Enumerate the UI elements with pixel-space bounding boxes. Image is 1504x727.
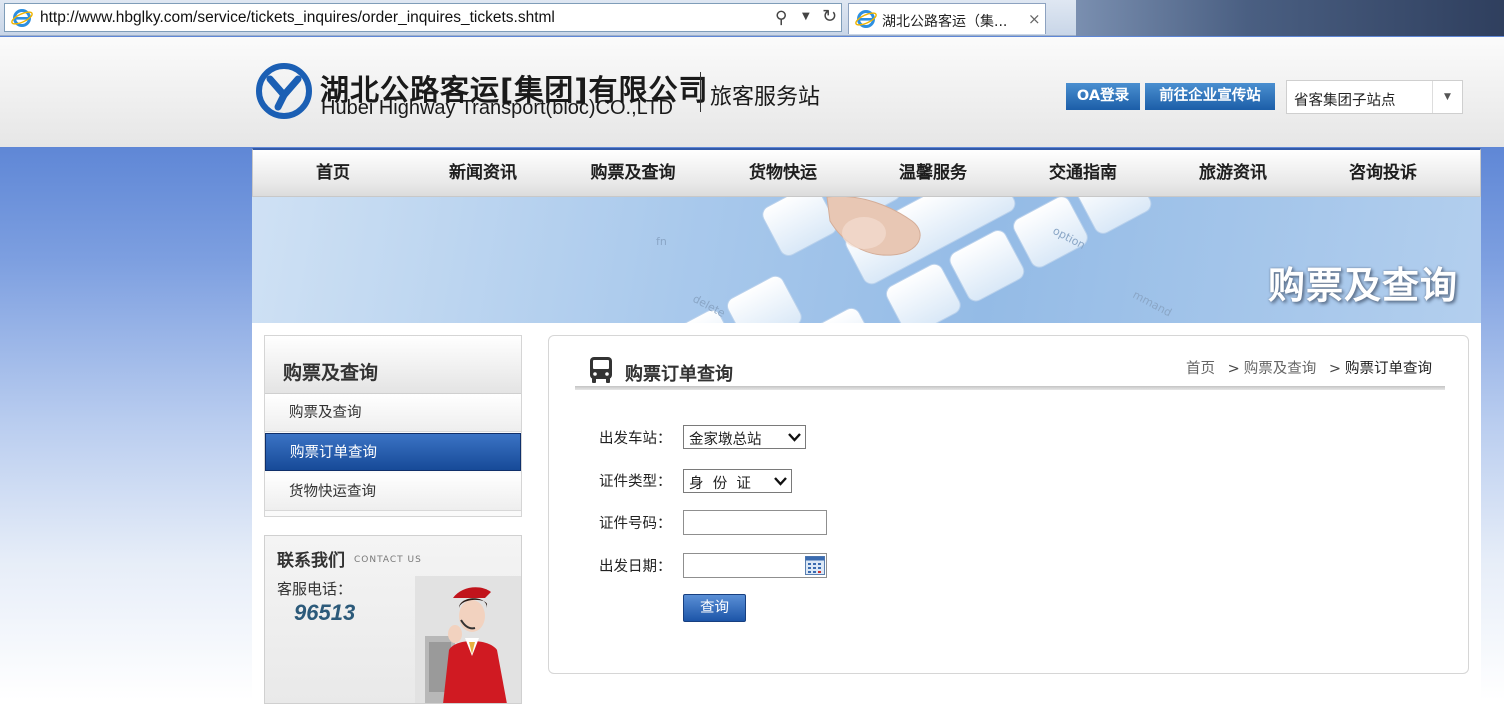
nav-item-traffic[interactable]: 交通指南 <box>1008 150 1158 196</box>
search-icon[interactable]: ⚲ <box>775 8 787 28</box>
panel-title: 购票订单查询 <box>625 364 733 385</box>
chevron-down-icon[interactable]: ▼ <box>1432 81 1462 113</box>
sidebar-title-text: 购票及查询 <box>283 362 379 384</box>
sidebar-item-tickets[interactable]: 购票及查询 <box>265 394 521 432</box>
breadcrumb: 首页 > 购票及查询 > 购票订单查询 <box>1186 357 1432 378</box>
dropdown-arrow-icon[interactable]: ▼ <box>802 11 810 22</box>
breadcrumb-tickets[interactable]: 购票及查询 <box>1244 361 1317 377</box>
browser-chrome: http://www.hbglky.com/service/tickets_in… <box>0 0 1504 36</box>
nav-item-tickets[interactable]: 购票及查询 <box>558 150 708 196</box>
id-number-label: 证件号码： <box>599 516 672 532</box>
nav-item-freight[interactable]: 货物快运 <box>708 150 858 196</box>
address-bar[interactable]: http://www.hbglky.com/service/tickets_in… <box>4 3 842 32</box>
chevron-down-icon[interactable] <box>773 474 788 488</box>
browser-tab[interactable]: 湖北公路客运（集... × <box>848 3 1046 34</box>
contact-title: 联系我们 <box>277 551 345 571</box>
bus-icon <box>590 357 612 383</box>
substation-select[interactable]: 省客集团子站点 ▼ <box>1286 80 1463 114</box>
tab-close-icon[interactable]: × <box>1028 10 1041 28</box>
breadcrumb-separator: > <box>1328 361 1341 377</box>
chevron-down-icon[interactable] <box>787 430 802 444</box>
sidebar-item-order-query[interactable]: 购票订单查询 <box>265 433 521 471</box>
sidebar-menu: 购票及查询 购票及查询 购票订单查询 货物快运查询 <box>264 335 522 517</box>
date-label: 出发日期： <box>599 559 672 575</box>
company-logo[interactable] <box>256 63 312 119</box>
id-number-input[interactable] <box>683 510 827 535</box>
nav-item-home[interactable]: 首页 <box>258 150 408 196</box>
browser-tab-strip <box>1076 0 1504 36</box>
refresh-icon[interactable]: ↻ <box>822 6 837 27</box>
ie-tab-icon <box>855 10 877 28</box>
phone-label: 客服电话： <box>277 580 353 598</box>
contact-subtitle: CONTACT US <box>354 555 422 565</box>
nav-item-service[interactable]: 温馨服务 <box>858 150 1008 196</box>
panel-divider <box>575 386 1445 390</box>
enterprise-site-button[interactable]: 前往企业宣传站 <box>1145 83 1275 110</box>
brand-divider <box>700 72 701 112</box>
main-nav: 首页 新闻资讯 购票及查询 货物快运 温馨服务 交通指南 旅游资讯 咨询投诉 <box>252 148 1481 197</box>
order-query-panel: 购票订单查询 首页 > 购票及查询 > 购票订单查询 出发车站： 金家墩总站 证件类… <box>548 335 1469 674</box>
brand-english-name: Hubei Highway Transport(bloc)CO.,LTD <box>321 97 673 119</box>
page-banner: delete fn option mmand 购票及查询 <box>252 197 1481 323</box>
oa-login-button[interactable]: OA登录 <box>1066 83 1140 110</box>
banner-key-fn: fn <box>656 235 667 248</box>
sidebar-item-freight-query[interactable]: 货物快运查询 <box>265 473 521 511</box>
service-agent-image <box>415 576 521 703</box>
breadcrumb-current: 购票订单查询 <box>1345 361 1432 377</box>
station-select-value: 金家墩总站 <box>689 432 762 448</box>
site-header: 湖北公路客运[集团]有限公司 Hubei Highway Transport(b… <box>0 37 1504 147</box>
brand-subtitle: 旅客服务站 <box>710 85 821 110</box>
nav-item-complaint[interactable]: 咨询投诉 <box>1308 150 1458 196</box>
phone-number: 96513 <box>294 600 356 625</box>
station-select[interactable]: 金家墩总站 <box>683 425 806 449</box>
id-type-select[interactable]: 身 份 证 <box>683 469 792 493</box>
id-type-select-value: 身 份 证 <box>689 476 751 492</box>
sidebar-title: 购票及查询 <box>265 336 521 394</box>
date-input[interactable] <box>683 553 827 578</box>
query-button[interactable]: 查询 <box>683 594 746 622</box>
url-text[interactable]: http://www.hbglky.com/service/tickets_in… <box>40 9 555 27</box>
breadcrumb-separator: > <box>1227 361 1240 377</box>
calendar-icon[interactable] <box>805 556 825 575</box>
tab-title: 湖北公路客运（集... <box>882 14 1008 30</box>
id-type-label: 证件类型： <box>599 474 672 490</box>
contact-box: 联系我们 CONTACT US 客服电话： 96513 <box>264 535 522 704</box>
ie-icon <box>11 9 33 27</box>
banner-title: 购票及查询 <box>1268 264 1458 307</box>
substation-select-value: 省客集团子站点 <box>1294 93 1396 109</box>
station-label: 出发车站： <box>599 431 672 447</box>
nav-item-news[interactable]: 新闻资讯 <box>408 150 558 196</box>
banner-key-command: mmand <box>1131 288 1174 319</box>
nav-item-travel[interactable]: 旅游资讯 <box>1158 150 1308 196</box>
breadcrumb-home[interactable]: 首页 <box>1186 361 1215 377</box>
